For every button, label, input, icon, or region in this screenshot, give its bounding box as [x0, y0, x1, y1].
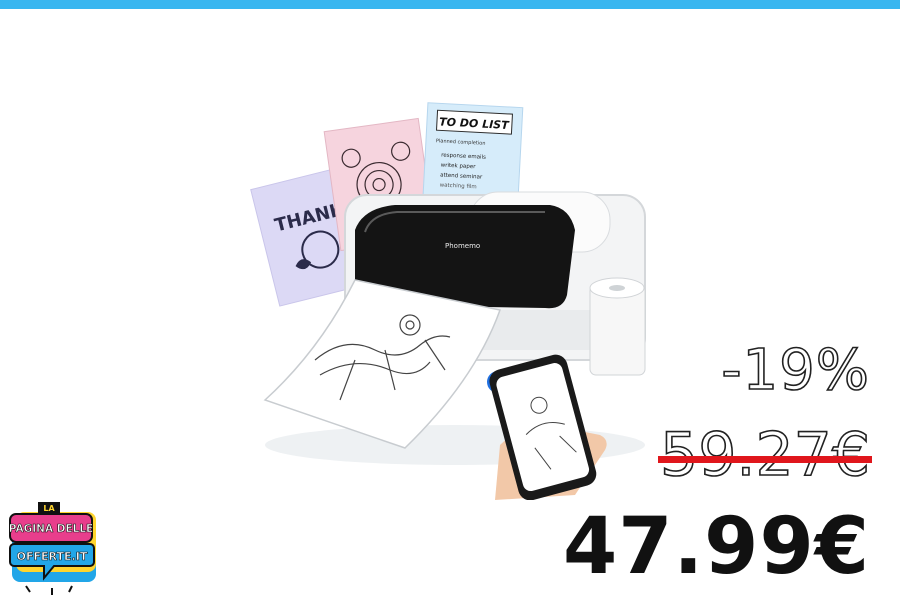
logo-line-2: PAGINA DELLE — [9, 523, 93, 535]
strikethrough-line — [658, 456, 872, 463]
logo-line-1: LA — [43, 504, 55, 513]
old-price: 59.27€ — [658, 419, 872, 491]
old-price-value: 59.27€ — [659, 419, 871, 491]
printer-brand-label: Phomemo — [445, 242, 480, 250]
discount-badge: -19% — [721, 337, 870, 404]
product-image: THANK TO DO LIST Planned completion resp… — [250, 102, 646, 500]
site-logo[interactable]: LA PAGINA DELLE OFFERTE.IT — [8, 500, 100, 596]
logo-line-3: OFFERTE.IT — [17, 550, 88, 563]
new-price: 47.99€ — [563, 502, 870, 592]
top-accent-bar — [0, 0, 900, 9]
